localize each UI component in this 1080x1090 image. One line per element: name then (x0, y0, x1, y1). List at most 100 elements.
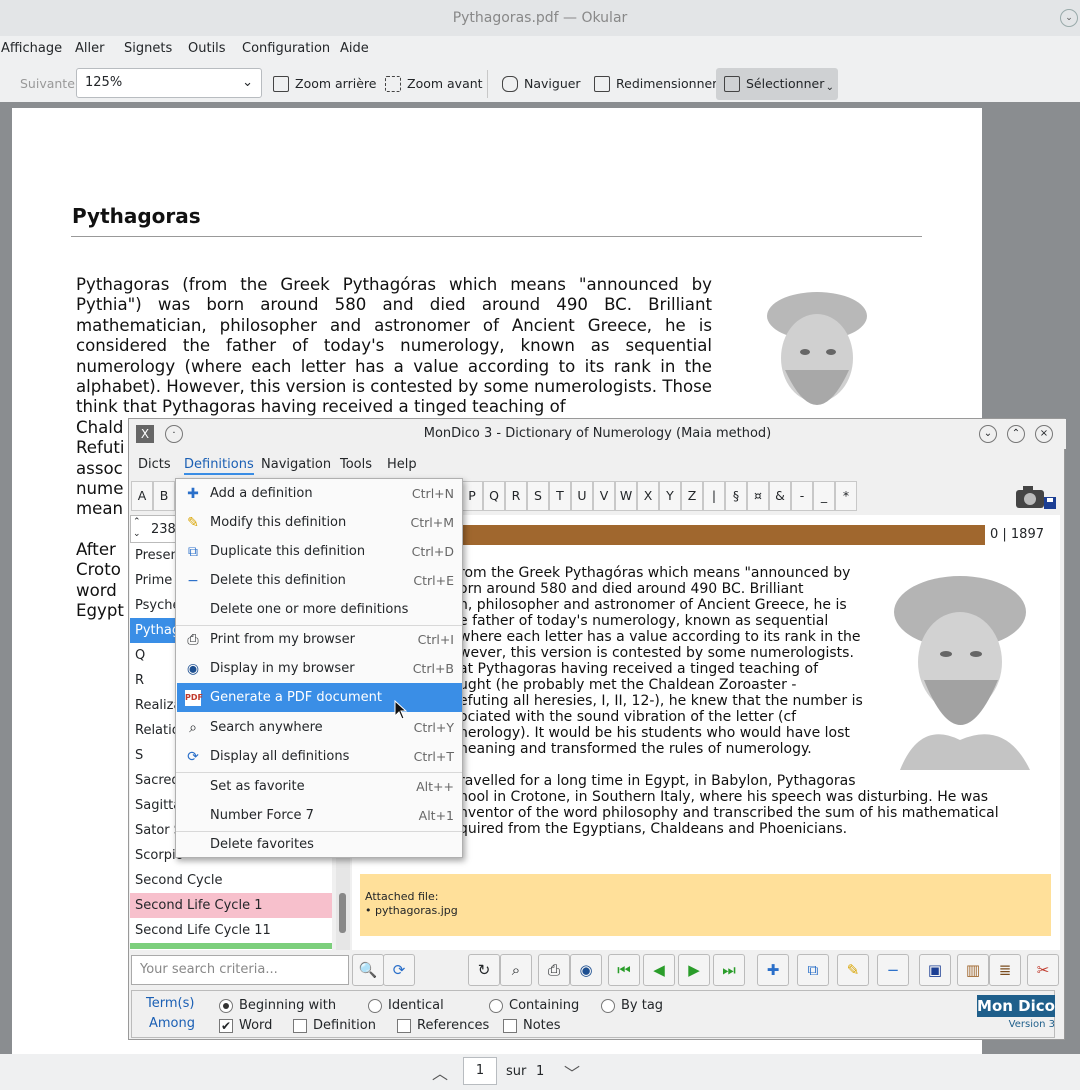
books-icon[interactable]: ≣ (989, 954, 1021, 986)
zoom-search-icon[interactable]: ⌕ (500, 954, 532, 986)
checkbox-notes[interactable]: Notes (503, 1018, 561, 1033)
zoom-select[interactable]: 125% ⌄ (76, 68, 262, 98)
spin-arrows-icon[interactable]: ⌃ ⌄ (133, 516, 141, 540)
previous-page-icon[interactable]: ︿ (432, 1060, 448, 1084)
menu-item-add-definition[interactable]: ✚ Add a definition Ctrl+N (177, 479, 462, 508)
add-icon[interactable]: ✚ (757, 954, 789, 986)
menu-item-number-force-7[interactable]: Number Force 7 Alt+1 (177, 801, 462, 830)
list-item[interactable]: Second Cycle (130, 868, 332, 893)
checkbox-definition[interactable]: Definition (293, 1018, 376, 1033)
menu-item-display-all[interactable]: ⟳ Display all definitions Ctrl+T (177, 742, 462, 771)
list-item[interactable]: Second Life Cycle 11 (130, 918, 332, 943)
menu-aller[interactable]: Aller (75, 41, 104, 56)
letter-button[interactable]: A (131, 481, 153, 511)
checkbox-references[interactable]: References (397, 1018, 489, 1033)
letter-button[interactable]: § (725, 481, 747, 511)
letter-button[interactable]: ¤ (747, 481, 769, 511)
zoom-in-button[interactable]: Zoom avant (381, 70, 483, 98)
menu-definitions[interactable]: Definitions (184, 457, 254, 475)
menu-navigation[interactable]: Navigation (261, 457, 331, 472)
letter-button[interactable]: U (571, 481, 593, 511)
book-icon[interactable]: ▥ (957, 954, 989, 986)
search-icon[interactable]: 🔍 (352, 954, 384, 986)
browse-button[interactable]: Naviguer (498, 70, 581, 98)
menu-item-delete-definition[interactable]: − Delete this definition Ctrl+E (177, 566, 462, 595)
counter-value: 238 (151, 522, 176, 537)
page-number-input[interactable]: 1 (463, 1057, 497, 1085)
menu-item-delete-multiple[interactable]: Delete one or more definitions (177, 595, 462, 624)
attached-file-link[interactable]: • pythagoras.jpg (365, 904, 1046, 918)
radio-by-tag[interactable]: By tag (601, 998, 663, 1013)
menu-item-search-anywhere[interactable]: ⌕ Search anywhere Ctrl+Y (177, 713, 462, 742)
menu-item-delete-favorites[interactable]: Delete favorites (177, 831, 462, 858)
first-icon[interactable]: ⏮ (608, 954, 640, 986)
next-page-icon[interactable]: ﹀ (564, 1060, 580, 1084)
close-icon[interactable]: × (1035, 425, 1053, 443)
letter-button[interactable]: * (835, 481, 857, 511)
checkbox-label: Definition (313, 1018, 376, 1033)
next-page-button[interactable]: Suivante (0, 70, 75, 98)
letter-button[interactable]: Q (483, 481, 505, 511)
printer-icon: ⎙ (187, 632, 199, 648)
scrollbar-thumb[interactable] (339, 893, 346, 933)
zoom-out-button[interactable]: Zoom arrière (269, 70, 376, 98)
letter-button[interactable]: T (549, 481, 571, 511)
menu-item-set-favorite[interactable]: Set as favorite Alt++ (177, 772, 462, 801)
window-collapse-icon[interactable]: ⌄ (1060, 9, 1078, 27)
letter-button[interactable]: & (769, 481, 791, 511)
resize-button[interactable]: Redimensionner (590, 70, 717, 98)
search-input[interactable]: Your search criteria... (131, 955, 349, 985)
minimize-icon[interactable]: ⌄ (979, 425, 997, 443)
menu-signets[interactable]: Signets (124, 41, 172, 56)
printer-icon[interactable]: ⎙ (538, 954, 570, 986)
save-icon[interactable]: ▣ (919, 954, 951, 986)
previous-icon[interactable]: ◀ (643, 954, 675, 986)
radio-containing[interactable]: Containing (489, 998, 579, 1013)
letter-button[interactable]: Z (681, 481, 703, 511)
mondico-title: MonDico 3 - Dictionary of Numerology (Ma… (129, 419, 1066, 449)
window-menu-icon[interactable]: · (165, 425, 183, 443)
menu-tools[interactable]: Tools (340, 457, 372, 472)
letter-button[interactable]: - (791, 481, 813, 511)
minus-icon[interactable]: − (877, 954, 909, 986)
maximize-icon[interactable]: ⌃ (1007, 425, 1025, 443)
list-item-favorite[interactable]: Second Life Cycle 1 (130, 893, 332, 918)
select-button[interactable]: Sélectionner ⌄ (716, 68, 838, 100)
menu-affichage[interactable]: Affichage (1, 41, 62, 56)
select-dropdown-icon[interactable]: ⌄ (826, 72, 834, 104)
pencil-icon[interactable]: ✎ (837, 954, 869, 986)
letter-button[interactable]: B (153, 481, 175, 511)
menu-help[interactable]: Help (387, 457, 417, 472)
reload-icon[interactable]: ↻ (468, 954, 500, 986)
letter-button[interactable]: W (615, 481, 637, 511)
menu-item-modify-definition[interactable]: ✎ Modify this definition Ctrl+M (177, 508, 462, 537)
menu-dicts[interactable]: Dicts (138, 457, 171, 472)
menu-item-duplicate-definition[interactable]: ⧉ Duplicate this definition Ctrl+D (177, 537, 462, 566)
refresh-icon[interactable]: ⟳ (383, 954, 415, 986)
menu-configuration[interactable]: Configuration (242, 41, 330, 56)
next-icon[interactable]: ▶ (678, 954, 710, 986)
tools-icon[interactable]: ✂ (1027, 954, 1059, 986)
checkbox-word[interactable]: ✔ Word (219, 1018, 272, 1033)
letter-button[interactable]: P (461, 481, 483, 511)
menu-item-label: Display in my browser (210, 661, 355, 676)
letter-button[interactable]: _ (813, 481, 835, 511)
globe-icon[interactable]: ◉ (570, 954, 602, 986)
letter-button[interactable]: S (527, 481, 549, 511)
radio-identical[interactable]: Identical (368, 998, 444, 1013)
last-icon[interactable]: ⏭ (713, 954, 745, 986)
menu-outils[interactable]: Outils (188, 41, 226, 56)
letter-button[interactable]: R (505, 481, 527, 511)
letter-button[interactable]: X (637, 481, 659, 511)
menu-item-print-browser[interactable]: ⎙ Print from my browser Ctrl+I (177, 625, 462, 654)
menu-item-generate-pdf[interactable]: PDF Generate a PDF document (177, 683, 462, 712)
menu-item-label: Duplicate this definition (210, 544, 366, 559)
letter-button[interactable]: V (593, 481, 615, 511)
duplicate-icon[interactable]: ⧉ (797, 954, 829, 986)
menu-aide[interactable]: Aide (340, 41, 369, 56)
menu-item-display-browser[interactable]: ◉ Display in my browser Ctrl+B (177, 654, 462, 683)
radio-beginning-with[interactable]: Beginning with (219, 998, 336, 1013)
letter-button[interactable]: Y (659, 481, 681, 511)
letter-button[interactable]: | (703, 481, 725, 511)
camera-icon[interactable] (1014, 483, 1058, 511)
